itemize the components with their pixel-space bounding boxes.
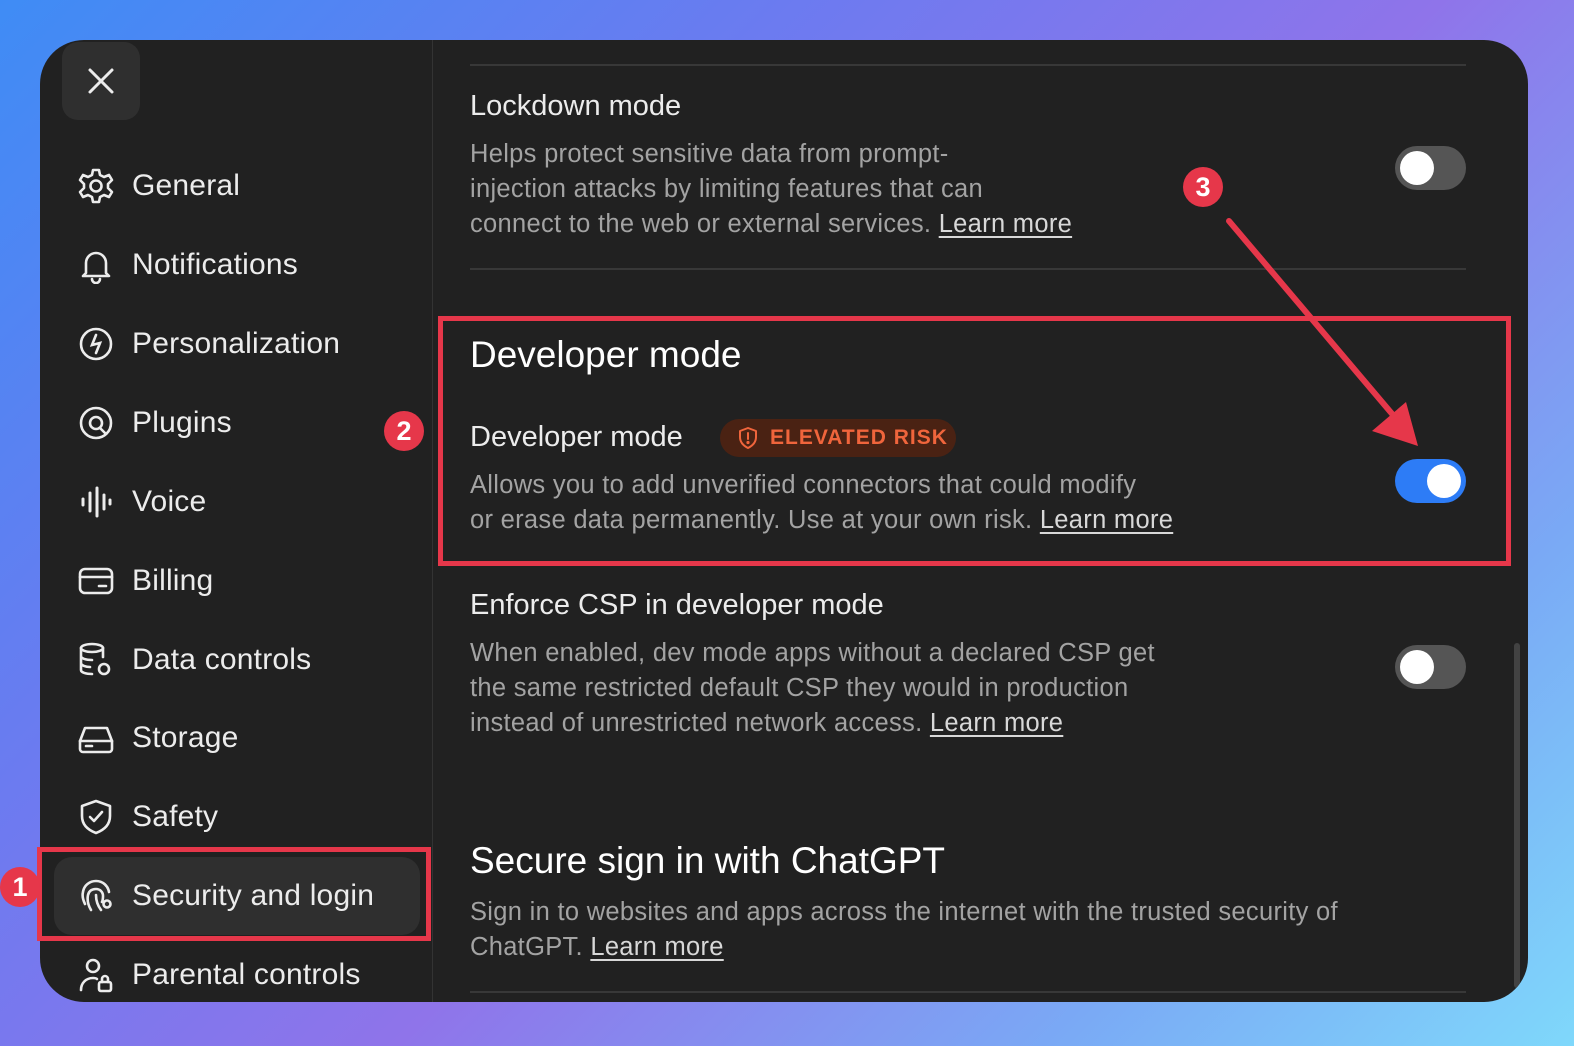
lockdown-mode-title: Lockdown mode xyxy=(470,90,682,122)
content-scrollbar[interactable] xyxy=(1514,643,1520,988)
desc-line: Helps protect sensitive data from prompt… xyxy=(470,140,949,168)
enforce-csp-description: When enabled, dev mode apps without a de… xyxy=(470,636,1155,741)
toggle-knob xyxy=(1400,151,1434,185)
close-icon xyxy=(88,68,114,94)
sidebar-item-label: Parental controls xyxy=(132,958,361,991)
desc-line: the same restricted default CSP they wou… xyxy=(470,674,1129,702)
enforce-csp-toggle[interactable] xyxy=(1395,645,1466,689)
divider xyxy=(470,991,1466,993)
sidebar-item-label: Billing xyxy=(132,564,214,597)
secure-signin-heading: Secure sign in with ChatGPT xyxy=(470,840,946,881)
close-button[interactable] xyxy=(62,42,140,120)
enforce-csp-learn-more-link[interactable]: Learn more xyxy=(930,709,1063,737)
sidebar-item-label: Safety xyxy=(132,800,219,833)
annotation-marker-1: 1 xyxy=(0,867,40,907)
credit-card-icon xyxy=(76,561,116,601)
sidebar-item-general[interactable]: General xyxy=(54,147,420,225)
lockdown-mode-toggle[interactable] xyxy=(1395,146,1466,190)
secure-signin-learn-more-link[interactable]: Learn more xyxy=(590,933,723,961)
sidebar-item-label: Plugins xyxy=(132,406,232,439)
secure-signin-description: Sign in to websites and apps across the … xyxy=(470,895,1338,965)
sidebar-item-storage[interactable]: Storage xyxy=(54,699,420,777)
gear-icon xyxy=(76,166,116,206)
database-gear-icon xyxy=(76,640,116,680)
desc-line: injection attacks by limiting features t… xyxy=(470,175,984,203)
desc-line: When enabled, dev mode apps without a de… xyxy=(470,639,1155,667)
user-lock-icon xyxy=(76,955,116,995)
shield-check-icon xyxy=(76,797,116,837)
sidebar-item-notifications[interactable]: Notifications xyxy=(54,226,420,304)
sidebar-item-personalization[interactable]: Personalization xyxy=(54,305,420,383)
personalization-icon xyxy=(76,324,116,364)
sidebar-item-billing[interactable]: Billing xyxy=(54,542,420,620)
sidebar-item-voice[interactable]: Voice xyxy=(54,463,420,541)
divider xyxy=(470,268,1466,270)
lockdown-mode-description: Helps protect sensitive data from prompt… xyxy=(470,137,1072,242)
sidebar-item-parental-controls[interactable]: Parental controls xyxy=(54,936,420,1002)
sidebar-item-safety[interactable]: Safety xyxy=(54,778,420,856)
desc-line: instead of unrestricted network access. xyxy=(470,709,923,737)
toggle-knob xyxy=(1400,650,1434,684)
enforce-csp-title: Enforce CSP in developer mode xyxy=(470,589,884,621)
divider xyxy=(470,64,1466,66)
voice-waveform-icon xyxy=(76,482,116,522)
sidebar-item-label: Notifications xyxy=(132,248,299,281)
plugins-icon xyxy=(76,403,116,443)
storage-drive-icon xyxy=(76,718,116,758)
lockdown-learn-more-link[interactable]: Learn more xyxy=(939,210,1072,238)
desc-line: connect to the web or external services. xyxy=(470,210,932,238)
sidebar-item-label: Data controls xyxy=(132,643,312,676)
desc-line: ChatGPT. xyxy=(470,933,583,961)
sidebar-item-label: General xyxy=(132,169,241,202)
sidebar-item-label: Storage xyxy=(132,721,239,754)
highlight-box-developer-mode xyxy=(438,316,1511,566)
sidebar-item-label: Personalization xyxy=(132,327,341,360)
sidebar-item-label: Voice xyxy=(132,485,207,518)
sidebar-item-data-controls[interactable]: Data controls xyxy=(54,621,420,699)
annotation-marker-3: 3 xyxy=(1183,167,1223,207)
annotation-marker-2: 2 xyxy=(384,411,424,451)
bell-icon xyxy=(76,245,116,285)
highlight-box-security xyxy=(37,847,431,941)
desc-line: Sign in to websites and apps across the … xyxy=(470,898,1338,926)
sidebar-item-plugins[interactable]: Plugins xyxy=(54,384,420,462)
